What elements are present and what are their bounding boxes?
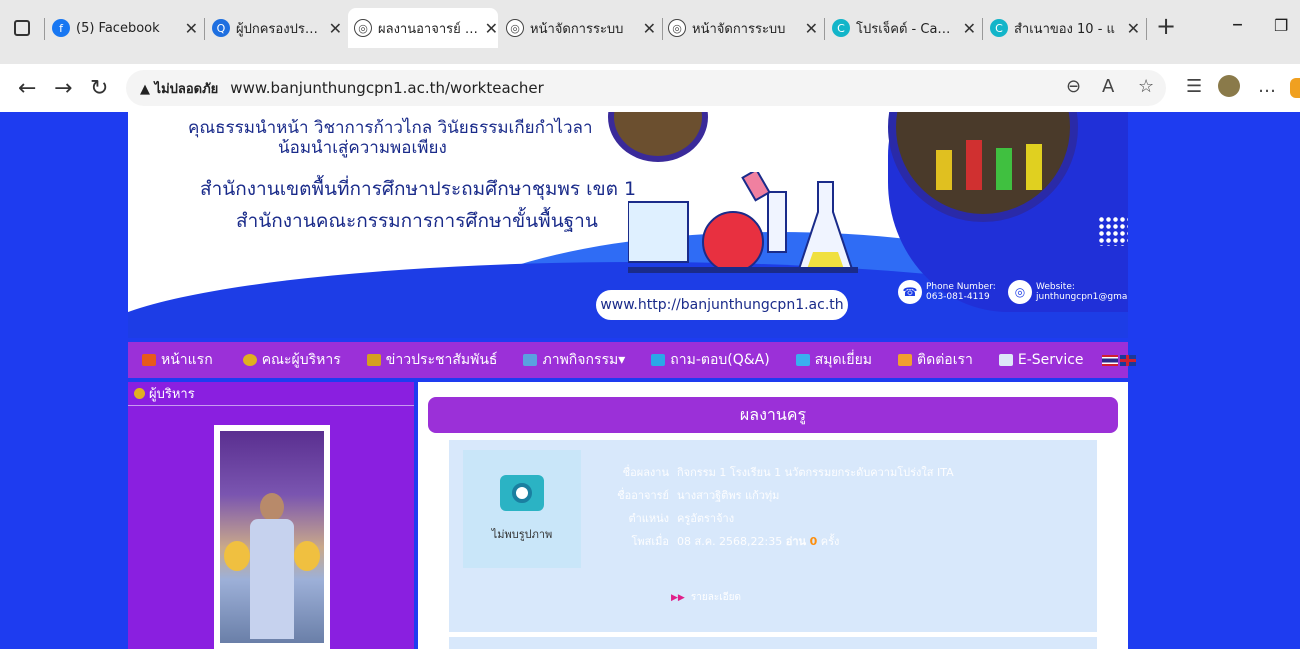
menu-eservice[interactable]: E-Service bbox=[998, 352, 1084, 368]
close-icon[interactable]: ✕ bbox=[329, 19, 342, 38]
arrow-icon: ▶▶ bbox=[671, 592, 685, 603]
post-date: 08 ส.ค. 2568,22:35 อ่าน 0 ครั้ง bbox=[677, 534, 840, 548]
banner-office-2: สำนักงานคณะกรรมการการศึกษาขั้นพื้นฐาน bbox=[236, 210, 598, 232]
person-icon bbox=[134, 388, 145, 399]
security-warning[interactable]: ▲ ไม่ปลอดภัย bbox=[140, 78, 218, 99]
work-info: ชื่อผลงาน กิจกรรม 1 โรงเรียน 1 นวัตกรรมยก… bbox=[599, 460, 954, 552]
work-card-next bbox=[449, 637, 1097, 649]
globe-icon: ◎ bbox=[506, 19, 524, 37]
canva-icon: C bbox=[990, 19, 1008, 37]
back-icon[interactable]: ← bbox=[18, 76, 36, 101]
close-icon[interactable]: ✕ bbox=[643, 19, 656, 38]
globe-icon: ◎ bbox=[1008, 280, 1032, 304]
language-flags bbox=[1101, 354, 1136, 366]
work-name: กิจกรรม 1 โรงเรียน 1 นวัตกรรมยกระดับความ… bbox=[677, 465, 954, 479]
tab-bar: f (5) Facebook ✕ Q ผู้ปกครองประเมิน ✕ ◎ … bbox=[0, 0, 1300, 64]
menu-gallery[interactable]: ภาพกิจกรรม▾ bbox=[523, 349, 625, 371]
image-icon bbox=[523, 354, 538, 366]
teacher-name: นางสาวฐิติพร แก้วทุ่ม bbox=[677, 488, 780, 502]
menu-executives[interactable]: คณะผู้บริหาร bbox=[242, 349, 341, 371]
book-icon bbox=[795, 354, 810, 366]
teacher-position: ครูอัตราจ้าง bbox=[677, 511, 735, 525]
forward-icon[interactable]: → bbox=[54, 76, 72, 101]
tab-admin-2[interactable]: ◎ หน้าจัดการระบบ ✕ bbox=[668, 8, 818, 48]
banner-website: ◎ Website:junthungcpn1@gmail.c bbox=[1008, 280, 1128, 304]
page-title: ผลงานครู bbox=[428, 397, 1118, 433]
work-card: ไม่พบรูปภาพ ชื่อผลงาน กิจกรรม 1 โรงเรียน … bbox=[449, 440, 1097, 632]
menu-news[interactable]: ข่าวประชาสัมพันธ์ bbox=[366, 349, 497, 371]
close-icon[interactable]: ✕ bbox=[485, 19, 498, 38]
menu-home[interactable]: หน้าแรก bbox=[142, 349, 213, 371]
web-page: คุณธรรมนำหน้า วิชาการก้าวไกล วินัยธรรมเก… bbox=[96, 112, 1136, 649]
more-options-icon[interactable]: … bbox=[1258, 76, 1276, 97]
close-icon[interactable]: ✕ bbox=[185, 19, 198, 38]
uk-flag-icon[interactable] bbox=[1119, 354, 1136, 366]
sidebar-title: ผู้บริหาร bbox=[128, 382, 414, 406]
main-content: ผลงานครู ไม่พบรูปภาพ ชื่อผลงาน กิจกรรม 1 … bbox=[418, 382, 1128, 649]
globe-icon: ◎ bbox=[354, 19, 372, 37]
work-thumbnail[interactable]: ไม่พบรูปภาพ bbox=[463, 450, 581, 568]
document-icon bbox=[998, 354, 1013, 366]
browser-chrome: f (5) Facebook ✕ Q ผู้ปกครองประเมิน ✕ ◎ … bbox=[0, 0, 1300, 112]
favorites-bar-icon[interactable]: ☰ bbox=[1186, 76, 1202, 97]
search-icon: Q bbox=[212, 19, 230, 37]
restore-button[interactable]: ❐ bbox=[1274, 16, 1288, 35]
dots-decoration bbox=[1098, 216, 1128, 246]
minimize-button[interactable]: – bbox=[1232, 12, 1243, 37]
close-icon[interactable]: ✕ bbox=[805, 19, 818, 38]
reload-icon[interactable]: ↻ bbox=[90, 76, 108, 101]
close-icon[interactable]: ✕ bbox=[963, 19, 976, 38]
read-aloud-icon[interactable]: A bbox=[1102, 76, 1114, 97]
sidebar-executive: ผู้บริหาร bbox=[128, 382, 414, 649]
chat-icon bbox=[651, 354, 666, 366]
url-field[interactable]: ▲ ไม่ปลอดภัย www.banjunthungcpn1.ac.th/w… bbox=[126, 70, 1166, 106]
banner-phone: ☎ Phone Number: 063-081-4119 bbox=[898, 280, 996, 304]
lab-illustration bbox=[628, 172, 858, 273]
tab-canva-project[interactable]: C โปรเจ็คต์ - Canva ✕ bbox=[832, 8, 976, 48]
globe-icon: ◎ bbox=[668, 19, 686, 37]
read-count: 0 bbox=[809, 534, 818, 548]
banner-office: สำนักงานเขตพื้นที่การศึกษาประถมศึกษาชุมพ… bbox=[200, 178, 637, 200]
profile-avatar[interactable] bbox=[1218, 75, 1240, 97]
thai-flag-icon[interactable] bbox=[1101, 354, 1118, 366]
tab-teacher-work[interactable]: ◎ ผลงานอาจารย์ ยิน ✕ bbox=[348, 8, 498, 48]
url-text: www.banjunthungcpn1.ac.th/workteacher bbox=[230, 79, 544, 97]
school-banner: คุณธรรมนำหน้า วิชาการก้าวไกล วินัยธรรมเก… bbox=[128, 112, 1128, 338]
menu-qa[interactable]: ถาม-ตอบ(Q&A) bbox=[651, 349, 770, 371]
tab-canva-copy[interactable]: C สำเนาของ 10 - แ ✕ bbox=[990, 8, 1140, 48]
camera-icon bbox=[500, 475, 544, 511]
tab-facebook[interactable]: f (5) Facebook ✕ bbox=[52, 8, 198, 48]
phone-icon: ☎ bbox=[898, 280, 922, 304]
new-tab-button[interactable]: + bbox=[1156, 12, 1176, 40]
menu-contact[interactable]: ติดต่อเรา bbox=[898, 349, 973, 371]
zoom-icon[interactable]: ⊖ bbox=[1066, 76, 1081, 97]
details-link[interactable]: ▶▶ รายละเอียด bbox=[671, 590, 741, 605]
executive-photo[interactable] bbox=[214, 425, 330, 649]
close-icon[interactable]: ✕ bbox=[1127, 19, 1140, 38]
person-icon bbox=[242, 354, 257, 366]
banner-site-url: www.http://banjunthungcpn1.ac.th bbox=[594, 288, 850, 322]
tab-parent-eval[interactable]: Q ผู้ปกครองประเมิน ✕ bbox=[212, 8, 342, 48]
no-image-label: ไม่พบรูปภาพ bbox=[491, 528, 553, 541]
main-menu: หน้าแรก คณะผู้บริหาร ข่าวประชาสัมพันธ์ ภ… bbox=[128, 342, 1136, 378]
warning-icon: ▲ bbox=[140, 81, 150, 97]
canva-icon: C bbox=[832, 19, 850, 37]
favorite-icon[interactable]: ☆ bbox=[1138, 76, 1154, 97]
copilot-icon[interactable] bbox=[1290, 78, 1300, 98]
banner-motto-2: น้อมนำเสู่ความพอเพียง bbox=[278, 138, 447, 158]
banner-photo-1 bbox=[608, 112, 708, 162]
mail-icon bbox=[898, 354, 913, 366]
home-icon bbox=[142, 354, 156, 366]
tab-actions-icon[interactable] bbox=[14, 20, 30, 36]
facebook-icon: f bbox=[52, 19, 70, 37]
menu-guestbook[interactable]: สมุดเยี่ยม bbox=[795, 349, 872, 371]
tab-admin-1[interactable]: ◎ หน้าจัดการระบบ ✕ bbox=[506, 8, 656, 48]
newspaper-icon bbox=[366, 354, 381, 366]
